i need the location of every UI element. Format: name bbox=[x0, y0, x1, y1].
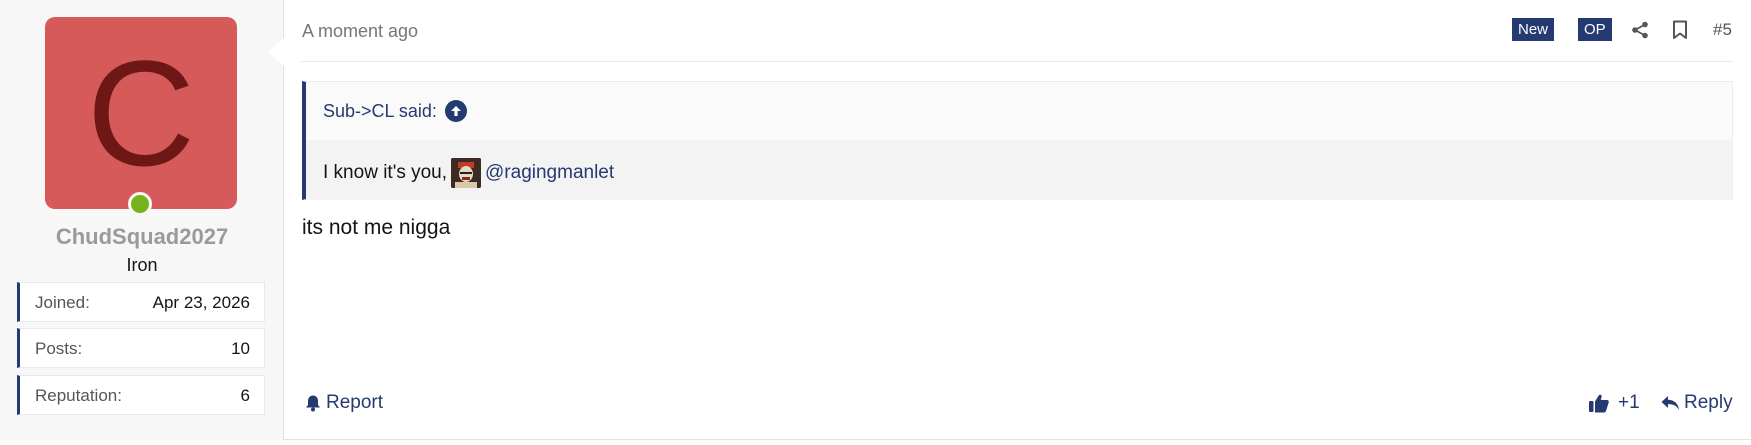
stat-value: 6 bbox=[240, 386, 250, 405]
user-title: Iron bbox=[126, 255, 158, 275]
bookmark-icon[interactable] bbox=[1668, 18, 1692, 42]
quote-body: I know it's you, @ragingmanlet bbox=[306, 140, 1733, 200]
report-button[interactable]: Report bbox=[304, 392, 383, 414]
quote-content: I know it's you, @ragingmanlet bbox=[323, 158, 614, 188]
user-avatar[interactable]: C bbox=[45, 17, 237, 209]
header-divider bbox=[301, 61, 1733, 62]
post-timestamp[interactable]: A moment ago bbox=[302, 21, 418, 42]
forum-post: C ChudSquad2027 Iron Joined: Apr 23, 202… bbox=[0, 0, 1751, 440]
bell-icon bbox=[306, 395, 320, 412]
post-message: its not me nigga bbox=[302, 216, 451, 239]
stat-value: Apr 23, 2026 bbox=[152, 293, 250, 312]
username[interactable]: ChudSquad2027 bbox=[0, 224, 284, 250]
new-badge: New bbox=[1512, 18, 1555, 41]
quote-text: I know it's you, bbox=[323, 162, 448, 183]
quote-header[interactable]: Sub->CL said: bbox=[323, 100, 467, 122]
stat-label: Reputation: bbox=[35, 386, 122, 405]
thumbs-up-icon bbox=[1589, 394, 1609, 413]
like-button[interactable]: +1 bbox=[1588, 392, 1640, 414]
mention-avatar bbox=[451, 158, 482, 188]
online-status-indicator bbox=[128, 192, 152, 216]
arrow-up-circle-icon[interactable] bbox=[444, 100, 467, 122]
avatar-letter: C bbox=[86, 29, 196, 197]
stat-posts: Posts: 10 bbox=[17, 328, 265, 368]
stat-label: Posts: bbox=[35, 339, 83, 358]
reply-icon bbox=[1661, 396, 1679, 410]
stat-joined: Joined: Apr 23, 2026 bbox=[17, 282, 265, 322]
quote-author[interactable]: Sub->CL said: bbox=[323, 101, 437, 122]
op-badge: OP bbox=[1578, 18, 1612, 41]
stat-label: Joined: bbox=[35, 293, 90, 312]
user-sidebar: C ChudSquad2027 Iron Joined: Apr 23, 202… bbox=[0, 0, 284, 440]
reply-label: Reply bbox=[1684, 392, 1733, 413]
stat-reputation: Reputation: 6 bbox=[17, 375, 265, 415]
stat-value: 10 bbox=[231, 339, 250, 358]
share-icon[interactable] bbox=[1628, 18, 1652, 42]
reply-button[interactable]: Reply bbox=[1660, 392, 1733, 414]
user-mention-link[interactable]: @ragingmanlet bbox=[485, 162, 614, 184]
post-pointer-arrow bbox=[268, 38, 284, 66]
quote-block: Sub->CL said: I know it's you, @ragingma… bbox=[302, 81, 1733, 200]
report-label: Report bbox=[326, 392, 384, 413]
post-number-link[interactable]: #5 bbox=[1713, 20, 1732, 40]
like-label: +1 bbox=[1618, 392, 1640, 413]
